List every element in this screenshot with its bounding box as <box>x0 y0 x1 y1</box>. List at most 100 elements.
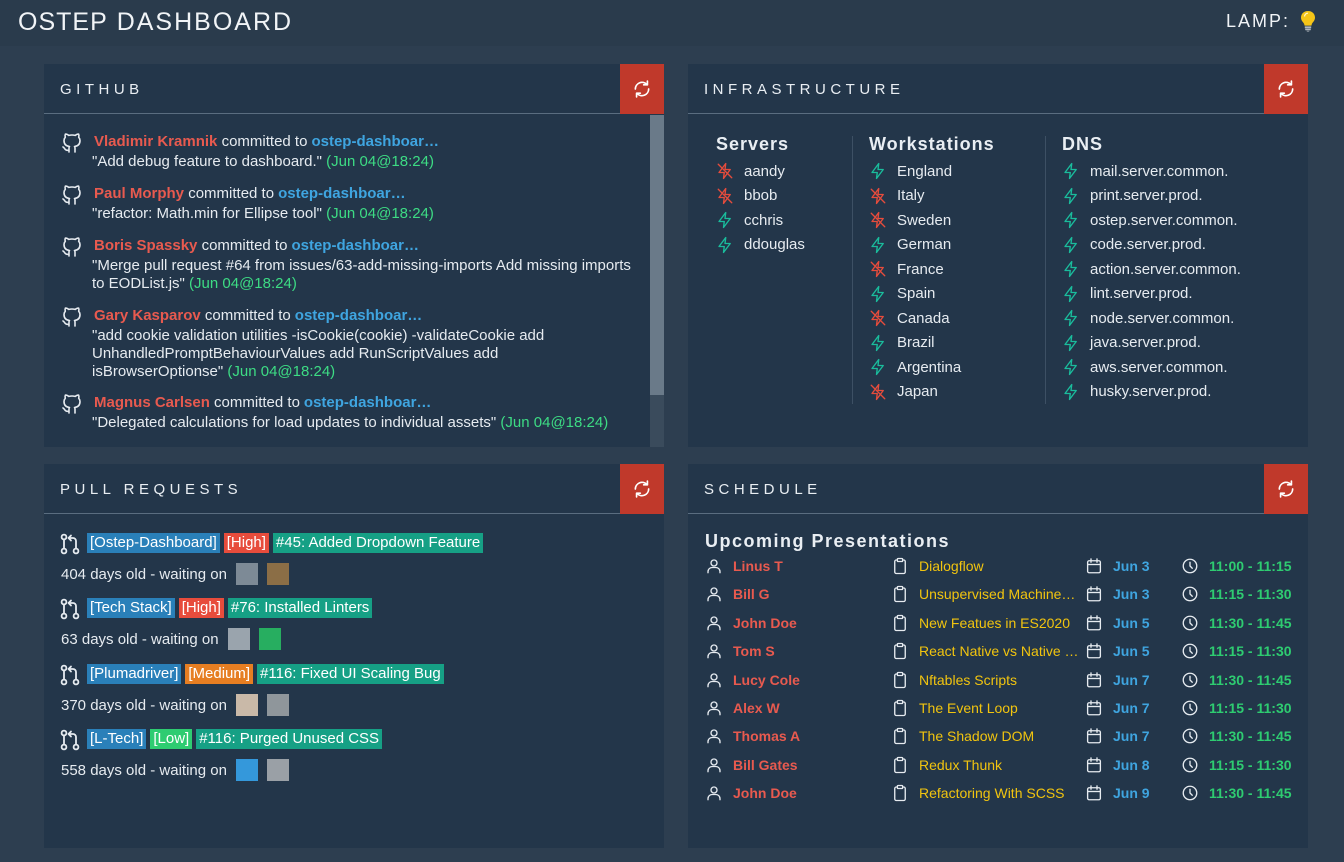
infra-host-row[interactable]: cchris <box>716 208 805 233</box>
reviewer-avatar[interactable] <box>235 759 258 781</box>
pr-title-tag[interactable]: #76: Installed Linters <box>227 598 373 618</box>
presentation-topic: Refactoring With SCSS <box>919 785 1065 802</box>
infra-host-row[interactable]: England <box>869 159 995 184</box>
github-panel-header: GITHUB <box>44 64 664 114</box>
infra-host-row[interactable]: java.server.prod. <box>1062 331 1241 356</box>
presentation-date-cell: Jun 7 <box>1085 727 1150 745</box>
schedule-row[interactable]: Alex W The Event Loop Jun 7 11:15 - 11:30 <box>705 699 1295 721</box>
presentation-date-cell: Jun 3 <box>1085 585 1150 603</box>
column-divider <box>852 136 853 404</box>
commit-list[interactable]: Vladimir Kramnik committed to ostep-dashb… <box>44 115 648 447</box>
infra-host-row[interactable]: action.server.common. <box>1062 257 1241 282</box>
repo-tag[interactable]: [Tech Stack] <box>87 598 175 618</box>
infra-host-row[interactable]: Argentina <box>869 355 995 380</box>
repo-tag[interactable]: [Ostep-Dashboard] <box>87 533 220 553</box>
clipboard-icon <box>891 727 909 745</box>
infra-host-row[interactable]: aandy <box>716 159 805 184</box>
presentation-time: 11:30 - 11:45 <box>1209 785 1292 802</box>
refresh-icon <box>1276 79 1296 99</box>
clock-icon <box>1181 784 1199 802</box>
commit-repo-link[interactable]: ostep-dashboar… <box>295 307 423 324</box>
pr-title-tag[interactable]: #116: Fixed UI Scaling Bug <box>257 664 444 684</box>
bolt-offline-icon <box>869 187 887 205</box>
reviewer-avatar[interactable] <box>235 563 258 585</box>
bolt-offline-icon <box>869 309 887 327</box>
infra-host-row[interactable]: Canada <box>869 306 995 331</box>
bolt-online-icon <box>869 334 887 352</box>
infrastructure-refresh-button[interactable] <box>1264 64 1308 114</box>
schedule-row[interactable]: Tom S React Native vs Native S… Jun 5 11:15… <box>705 642 1295 664</box>
pr-title-tag[interactable]: #116: Purged Unused CSS <box>196 729 383 749</box>
commit-repo-link[interactable]: ostep-dashboar… <box>291 237 419 254</box>
infra-host-row[interactable]: Sweden <box>869 208 995 233</box>
reviewer-avatar[interactable] <box>235 694 258 716</box>
presenter-name-cell: Bill G <box>705 585 770 603</box>
commit-author[interactable]: Boris Spassky <box>94 237 197 254</box>
priority-tag: [High] <box>178 598 224 618</box>
reviewer-avatar[interactable] <box>266 563 289 585</box>
pr-age-text: 370 days old - waiting on <box>61 696 227 714</box>
schedule-row[interactable]: Bill G Unsupervised Machine L… Jun 3 11:15 … <box>705 585 1295 607</box>
commit-author[interactable]: Magnus Carlsen <box>94 394 210 411</box>
infra-host-row[interactable]: Japan <box>869 380 995 405</box>
repo-tag[interactable]: [Plumadriver] <box>87 664 182 684</box>
infra-host-row[interactable]: code.server.prod. <box>1062 233 1241 258</box>
commit-author[interactable]: Gary Kasparov <box>94 307 201 324</box>
presentation-time-cell: 11:30 - 11:45 <box>1181 784 1292 802</box>
infra-host-name: Sweden <box>897 211 952 229</box>
clipboard-icon <box>891 642 909 660</box>
lamp-status[interactable]: LAMP: <box>1226 10 1316 32</box>
presentation-time-cell: 11:30 - 11:45 <box>1181 614 1292 632</box>
infra-host-row[interactable]: France <box>869 257 995 282</box>
infra-host-row[interactable]: mail.server.common. <box>1062 159 1241 184</box>
user-icon <box>705 642 723 660</box>
infra-host-row[interactable]: bbob <box>716 184 805 209</box>
reviewer-avatar[interactable] <box>266 694 289 716</box>
infra-host-row[interactable]: Italy <box>869 184 995 209</box>
commit-list-scrollbar[interactable] <box>650 115 664 447</box>
infra-host-row[interactable]: lint.server.prod. <box>1062 282 1241 307</box>
pr-title-tag[interactable]: #45: Added Dropdown Feature <box>272 533 484 553</box>
pull-requests-refresh-button[interactable] <box>620 464 664 514</box>
schedule-row[interactable]: Lucy Cole Nftables Scripts Jun 7 11:30 - 11… <box>705 671 1295 693</box>
reviewer-avatar[interactable] <box>266 759 289 781</box>
pull-request-icon <box>60 533 80 555</box>
reviewer-avatar[interactable] <box>227 628 250 650</box>
schedule-row[interactable]: John Doe Refactoring With SCSS Jun 9 11:30 … <box>705 784 1295 806</box>
commit-repo-link[interactable]: ostep-dashboar… <box>311 133 439 150</box>
presentation-date-cell: Jun 7 <box>1085 671 1150 689</box>
presentation-time-cell: 11:30 - 11:45 <box>1181 727 1292 745</box>
reviewer-avatar[interactable] <box>258 628 281 650</box>
infra-host-row[interactable]: node.server.common. <box>1062 306 1241 331</box>
bolt-online-icon <box>1062 260 1080 278</box>
infra-host-row[interactable]: Spain <box>869 282 995 307</box>
github-refresh-button[interactable] <box>620 64 664 114</box>
schedule-row[interactable]: Linus T Dialogflow Jun 3 11:00 - 11:15 <box>705 557 1295 579</box>
infra-host-row[interactable]: German <box>869 233 995 258</box>
schedule-refresh-button[interactable] <box>1264 464 1308 514</box>
priority-tag: [Low] <box>150 729 193 749</box>
scrollbar-thumb[interactable] <box>650 115 664 395</box>
commit-repo-link[interactable]: ostep-dashboar… <box>278 185 406 202</box>
presentation-time-cell: 11:15 - 11:30 <box>1181 756 1292 774</box>
infra-host-row[interactable]: husky.server.prod. <box>1062 380 1241 405</box>
repo-tag[interactable]: [L-Tech] <box>87 729 147 749</box>
infra-host-row[interactable]: ddouglas <box>716 233 805 258</box>
infra-host-name: Italy <box>897 187 925 205</box>
schedule-row[interactable]: Thomas A The Shadow DOM Jun 7 11:30 - 11:45 <box>705 727 1295 749</box>
github-icon <box>60 392 84 416</box>
commit-repo-link[interactable]: ostep-dashboar… <box>304 394 432 411</box>
infra-host-row[interactable]: ostep.server.common. <box>1062 208 1241 233</box>
schedule-row[interactable]: Bill Gates Redux Thunk Jun 8 11:15 - 11:30 <box>705 756 1295 778</box>
infra-host-row[interactable]: Brazil <box>869 331 995 356</box>
bolt-online-icon <box>716 211 734 229</box>
infra-column: DNS mail.server.common. print.server.prod.… <box>1062 134 1241 404</box>
infra-host-row[interactable]: print.server.prod. <box>1062 184 1241 209</box>
bolt-offline-icon <box>869 260 887 278</box>
infra-host-row[interactable]: aws.server.common. <box>1062 355 1241 380</box>
commit-author[interactable]: Paul Morphy <box>94 185 184 202</box>
schedule-row[interactable]: John Doe New Featues in ES2020 Jun 5 11:30 … <box>705 614 1295 636</box>
commit-author[interactable]: Vladimir Kramnik <box>94 133 217 150</box>
bolt-offline-icon <box>716 162 734 180</box>
lightbulb-icon[interactable] <box>1300 10 1316 32</box>
